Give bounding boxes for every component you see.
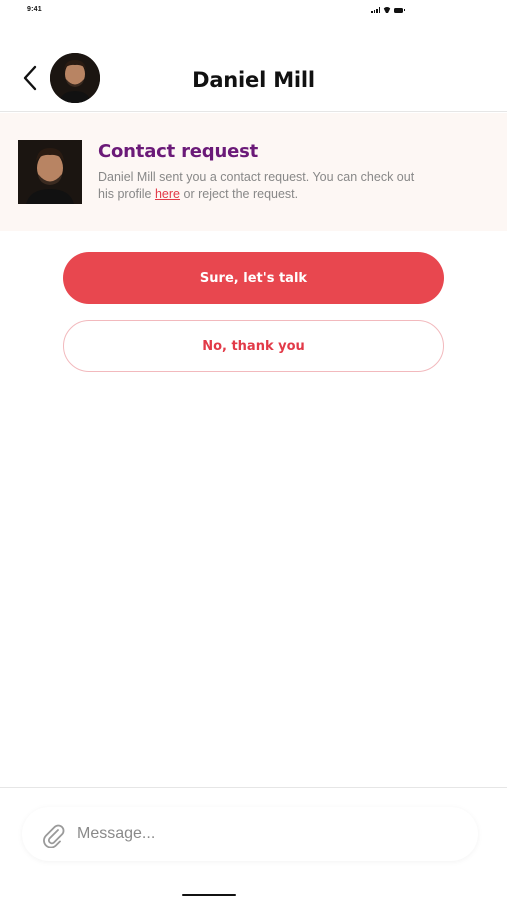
request-text-end: or reject the request.	[180, 187, 299, 201]
profile-link[interactable]: here	[155, 187, 180, 201]
request-description: Daniel Mill sent you a contact request. …	[98, 169, 428, 203]
status-icons	[371, 7, 405, 13]
requester-photo[interactable]	[18, 140, 82, 204]
signal-icon	[371, 7, 380, 13]
accept-button[interactable]: Sure, let's talk	[63, 252, 444, 304]
contact-request-card: Contact request Daniel Mill sent you a c…	[0, 113, 507, 231]
request-title: Contact request	[98, 141, 258, 162]
message-input[interactable]	[77, 817, 457, 851]
wifi-icon	[383, 7, 391, 13]
message-composer	[22, 807, 478, 861]
composer-divider	[0, 787, 507, 788]
chat-title: Daniel Mill	[192, 68, 315, 92]
status-time: 9:41	[27, 6, 42, 13]
requester-portrait	[18, 140, 82, 204]
paperclip-icon[interactable]	[40, 822, 66, 848]
decline-button[interactable]: No, thank you	[63, 320, 444, 372]
chat-header: Daniel Mill	[0, 44, 507, 112]
battery-icon	[394, 7, 405, 13]
status-bar: 9:41	[0, 0, 507, 22]
home-indicator	[182, 894, 236, 896]
